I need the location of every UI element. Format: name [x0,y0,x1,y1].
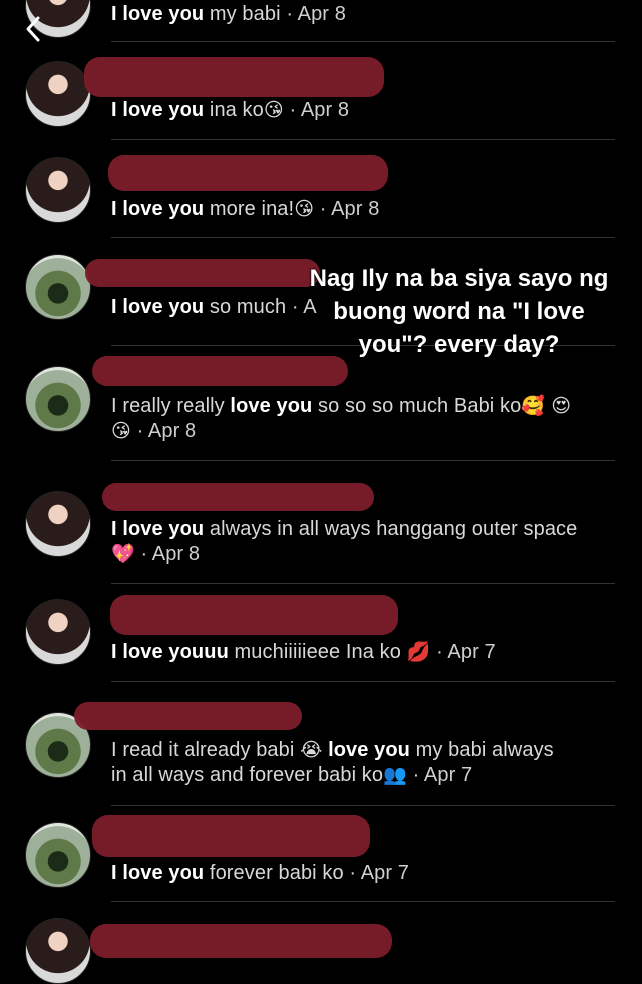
divider [111,139,615,140]
comment-row: I love you always in all ways hanggang o… [0,475,642,575]
divider [111,583,615,584]
comment-row: I love you my babi · Apr 8 [0,0,642,42]
comment-text: I love you more ina!😘 · Apr 8 [111,198,380,220]
comment-text: I love you my babi · Apr 8 [111,3,346,25]
back-button[interactable] [20,14,46,44]
comment-row: I really really love you so so so much B… [0,356,642,456]
redaction-mark [90,924,392,958]
avatar[interactable] [25,491,91,557]
avatar[interactable] [25,254,91,320]
divider [111,681,615,682]
avatar[interactable] [25,366,91,432]
comment-text: I love you forever babi ko · Apr 7 [111,862,410,884]
avatar[interactable] [25,822,91,888]
avatar[interactable] [25,157,91,223]
redaction-mark [108,155,388,191]
redaction-mark [84,57,384,97]
divider [111,237,615,238]
redaction-mark [85,259,320,287]
divider [111,460,615,461]
comment-row: I love youuu muchiiiiieee Ina ko 💋 · Apr… [0,595,642,679]
redaction-mark [102,483,374,511]
caption-overlay: Nag Ily na ba siya sayo ng buong word na… [309,265,609,358]
avatar[interactable] [25,599,91,665]
comment-row [0,918,642,984]
comment-text: I love you ina ko😘 · Apr 8 [111,99,350,121]
comment-text: I love you always in all ways hanggang o… [111,518,578,565]
avatar[interactable] [25,61,91,127]
comment-row: I love you ina ko😘 · Apr 8 [0,57,642,137]
comment-row: I love you more ina!😘 · Apr 8 [0,155,642,235]
redaction-mark [92,815,370,857]
divider [111,805,615,806]
comment-row: I love you forever babi ko · Apr 7 [0,815,642,895]
divider [111,41,615,42]
chevron-left-icon [26,16,40,42]
comment-text: I read it already babi 😭 love you my bab… [111,739,554,786]
comment-text: I really really love you so so so much B… [111,395,572,442]
comment-row: I read it already babi 😭 love you my bab… [0,700,642,800]
avatar[interactable] [25,918,91,984]
redaction-mark [110,595,398,635]
redaction-mark [74,702,302,730]
divider [111,901,615,902]
comment-text: I love youuu muchiiiiieee Ina ko 💋 · Apr… [111,641,496,663]
